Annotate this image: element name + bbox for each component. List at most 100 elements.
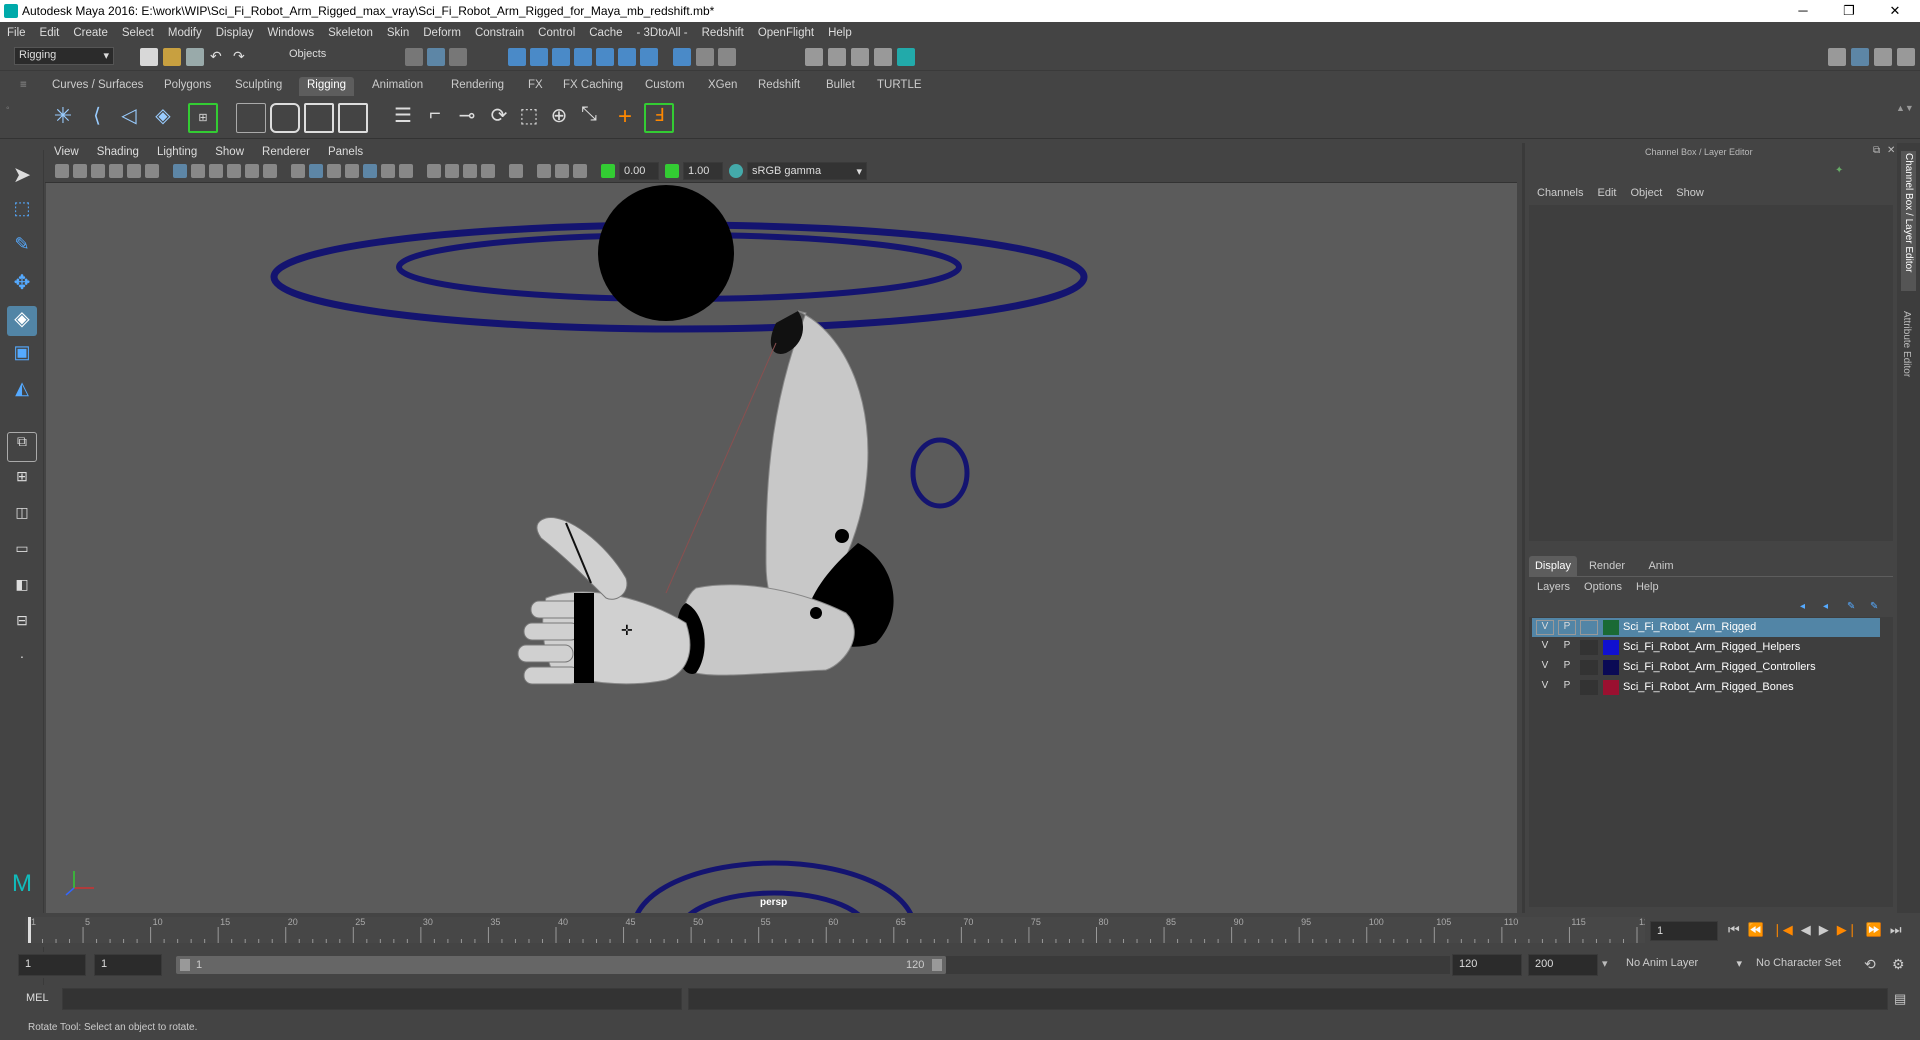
menu-skeleton[interactable]: Skeleton xyxy=(321,27,380,39)
new-layer-selected-icon[interactable]: ✎ xyxy=(1870,601,1878,612)
tab-rendering[interactable]: Rendering xyxy=(443,77,512,96)
paint-select-icon[interactable]: ✎ xyxy=(7,234,37,264)
wireframe-on-shaded-icon[interactable] xyxy=(327,164,341,178)
hud-icon[interactable] xyxy=(573,164,587,178)
bind-skin-icon[interactable] xyxy=(236,103,266,133)
xray-icon[interactable] xyxy=(345,164,359,178)
snap-view-plane-icon[interactable] xyxy=(574,48,592,66)
display-type-toggle[interactable] xyxy=(1580,680,1598,695)
menu-constrain[interactable]: Constrain xyxy=(468,27,531,39)
current-frame-field[interactable]: 1 xyxy=(1650,921,1718,941)
new-scene-icon[interactable] xyxy=(140,48,158,66)
mel-label[interactable]: MEL xyxy=(26,992,49,1004)
edit-menu[interactable]: Edit xyxy=(1597,187,1616,199)
layer-color-swatch[interactable] xyxy=(1603,660,1619,675)
xray-active-icon[interactable] xyxy=(555,164,569,178)
grid-toggle-icon[interactable] xyxy=(173,164,187,178)
field-chart-icon[interactable] xyxy=(245,164,259,178)
step-back-key-icon[interactable]: ⏪ xyxy=(1748,922,1764,938)
menu-help[interactable]: Help xyxy=(821,27,859,39)
current-time-marker[interactable] xyxy=(28,917,31,943)
script-editor-icon[interactable]: ▤ xyxy=(1894,991,1906,1007)
layout-outliner-icon[interactable]: ▭ xyxy=(7,540,37,570)
isolate-select-icon[interactable] xyxy=(509,164,523,178)
finger-middle[interactable] xyxy=(523,622,580,641)
tab-turtle[interactable]: TURTLE xyxy=(869,77,930,96)
options-menu[interactable]: Options xyxy=(1584,581,1622,593)
playback-start-field[interactable]: 1 xyxy=(94,954,162,976)
quick-rig-icon[interactable]: ⊞ xyxy=(188,103,218,133)
scale-tool-icon[interactable]: ▣ xyxy=(7,342,37,372)
tab-fx-caching[interactable]: FX Caching xyxy=(555,77,631,96)
show-menu[interactable]: Show xyxy=(1676,187,1704,199)
shelf-options-icon[interactable]: ◦ xyxy=(6,103,20,133)
layer-color-swatch[interactable] xyxy=(1603,680,1619,695)
menu-file[interactable]: File xyxy=(0,27,33,39)
depth-of-field-icon[interactable] xyxy=(481,164,495,178)
menu-modify[interactable]: Modify xyxy=(161,27,209,39)
gate-mask-icon[interactable] xyxy=(227,164,241,178)
tab-anim[interactable]: Anim xyxy=(1637,556,1685,576)
object-menu[interactable]: Object xyxy=(1630,187,1662,199)
maximize-button[interactable]: ❐ xyxy=(1826,0,1872,22)
menu-windows[interactable]: Windows xyxy=(260,27,321,39)
symmetry-icon[interactable] xyxy=(640,48,658,66)
layer-color-swatch[interactable] xyxy=(1603,640,1619,655)
visibility-toggle[interactable]: V xyxy=(1536,680,1554,695)
layout-more-icon[interactable]: · xyxy=(7,648,37,678)
close-window-button[interactable]: ✕ xyxy=(1872,0,1918,22)
select-object-icon[interactable] xyxy=(427,48,445,66)
help-line-icon[interactable] xyxy=(673,48,691,66)
playback-toggle[interactable]: P xyxy=(1558,660,1576,675)
thumb-mesh[interactable] xyxy=(536,516,628,600)
tab-display[interactable]: Display xyxy=(1529,556,1577,576)
float-icon[interactable]: ⧉ xyxy=(1873,145,1880,156)
menu-select[interactable]: Select xyxy=(115,27,161,39)
playback-toggle[interactable]: P xyxy=(1558,620,1576,635)
lattice-icon[interactable] xyxy=(338,103,368,133)
finger-ring[interactable] xyxy=(517,644,574,663)
tab-rigging[interactable]: Rigging xyxy=(299,77,354,96)
lasso-tool-icon[interactable]: ⬚ xyxy=(7,198,37,228)
select-component-icon[interactable] xyxy=(449,48,467,66)
wireframe-icon[interactable] xyxy=(291,164,305,178)
play-forward-icon[interactable]: ▶ xyxy=(1819,922,1829,938)
menu-display[interactable]: Display xyxy=(209,27,261,39)
menu-openflight[interactable]: OpenFlight xyxy=(751,27,821,39)
minimize-button[interactable]: ─ xyxy=(1780,0,1826,22)
snap-live-icon[interactable] xyxy=(596,48,614,66)
mel-input[interactable] xyxy=(62,988,682,1010)
textures-icon[interactable] xyxy=(363,164,377,178)
point-constraint-icon[interactable]: ⊸ xyxy=(452,103,482,133)
anti-aliasing-icon[interactable] xyxy=(463,164,477,178)
visibility-toggle[interactable]: V xyxy=(1536,640,1554,655)
shelf-scroll-icon[interactable]: ▲▼ xyxy=(1896,103,1914,133)
layer-row[interactable]: V P Sci_Fi_Robot_Arm_Rigged xyxy=(1532,618,1880,637)
close-panel-icon[interactable]: ✕ xyxy=(1887,145,1895,156)
create-joints-icon[interactable]: ✳ xyxy=(48,103,78,133)
bookmark-icon[interactable] xyxy=(91,164,105,178)
channel-box-mode-icon[interactable]: ✦ xyxy=(1835,165,1843,176)
motion-blur-icon[interactable] xyxy=(445,164,459,178)
rotate-tool-icon[interactable]: ◈ xyxy=(7,306,37,336)
snap-surface-icon[interactable] xyxy=(618,48,636,66)
tab-attribute-editor-side[interactable]: Attribute Editor xyxy=(1901,311,1912,377)
time-slider[interactable]: 1 5 10 15 20 25 30 35 40 45 50 55 60 65 70 75 80 85 90 95 10… xyxy=(25,913,1654,947)
workspace-icon[interactable] xyxy=(1828,48,1846,66)
pole-vector-icon[interactable]: ⤡ xyxy=(574,103,604,133)
menu-edit[interactable]: Edit xyxy=(33,27,67,39)
shelf-menu-icon[interactable]: ≡ xyxy=(12,77,35,96)
playback-toggle[interactable]: P xyxy=(1558,640,1576,655)
scene-end-field[interactable]: 200 xyxy=(1528,954,1598,976)
orient-constraint-icon[interactable]: ⟳ xyxy=(484,103,514,133)
layer-row[interactable]: V P Sci_Fi_Robot_Arm_Rigged_Bones xyxy=(1532,678,1880,697)
render-view-icon[interactable] xyxy=(805,48,823,66)
go-to-end-icon[interactable]: ⏭ xyxy=(1890,922,1902,938)
move-layer-down-icon[interactable]: ◂ xyxy=(1823,601,1828,612)
camera-attributes-icon[interactable] xyxy=(73,164,87,178)
menu-skin[interactable]: Skin xyxy=(380,27,416,39)
tab-polygons[interactable]: Polygons xyxy=(156,77,219,96)
menu-redshift[interactable]: Redshift xyxy=(695,27,751,39)
tab-channel-box-side[interactable]: Channel Box / Layer Editor xyxy=(1901,151,1916,291)
playback-toggle[interactable]: P xyxy=(1558,680,1576,695)
